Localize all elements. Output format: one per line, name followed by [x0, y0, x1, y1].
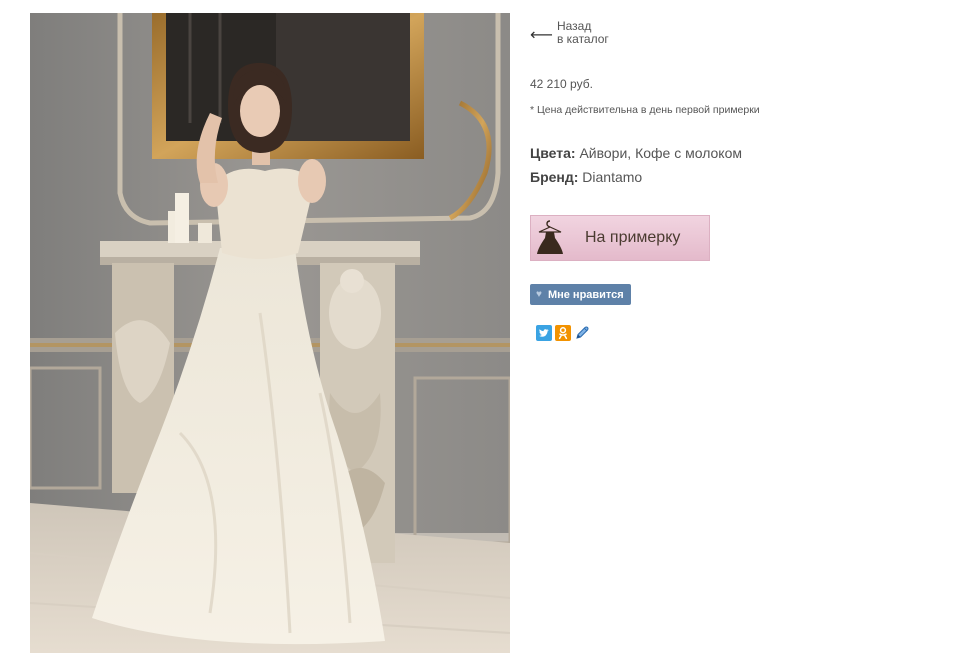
brand-label: Бренд:: [530, 169, 579, 185]
add-to-fitting-button[interactable]: На примерку: [530, 215, 710, 261]
fitting-button-label: На примерку: [585, 229, 681, 246]
product-page: ⟵ Назад в каталог 42 210 руб. * Цена дей…: [0, 0, 968, 664]
back-link-text: Назад в каталог: [557, 20, 609, 46]
product-photo[interactable]: [30, 13, 510, 653]
twitter-icon[interactable]: [536, 325, 552, 341]
like-button-label: Мне нравится: [547, 288, 624, 301]
product-colors: Цвета: Айвори, Кофе с молоком: [530, 145, 742, 161]
product-price: 42 210 руб.: [530, 77, 593, 91]
wedding-dress-photo: [30, 13, 510, 653]
heart-icon: ♥: [536, 289, 542, 300]
back-to-catalog-link[interactable]: ⟵ Назад в каталог: [530, 20, 609, 46]
colors-label: Цвета:: [530, 145, 576, 161]
brand-value: Diantamo: [582, 169, 643, 185]
dress-hanger-icon: [537, 220, 563, 254]
colors-value: Айвори, Кофе с молоком: [579, 145, 742, 161]
product-brand: Бренд: Diantamo: [530, 169, 642, 185]
price-note: * Цена действительна в день первой приме…: [530, 104, 760, 116]
back-link-line2: в каталог: [556, 32, 609, 46]
arrow-left-icon: ⟵: [530, 25, 553, 44]
social-share: [536, 325, 590, 341]
odnoklassniki-icon[interactable]: [555, 325, 571, 341]
livejournal-icon[interactable]: [574, 325, 590, 341]
like-button[interactable]: ♥ Мне нравится: [530, 284, 631, 305]
